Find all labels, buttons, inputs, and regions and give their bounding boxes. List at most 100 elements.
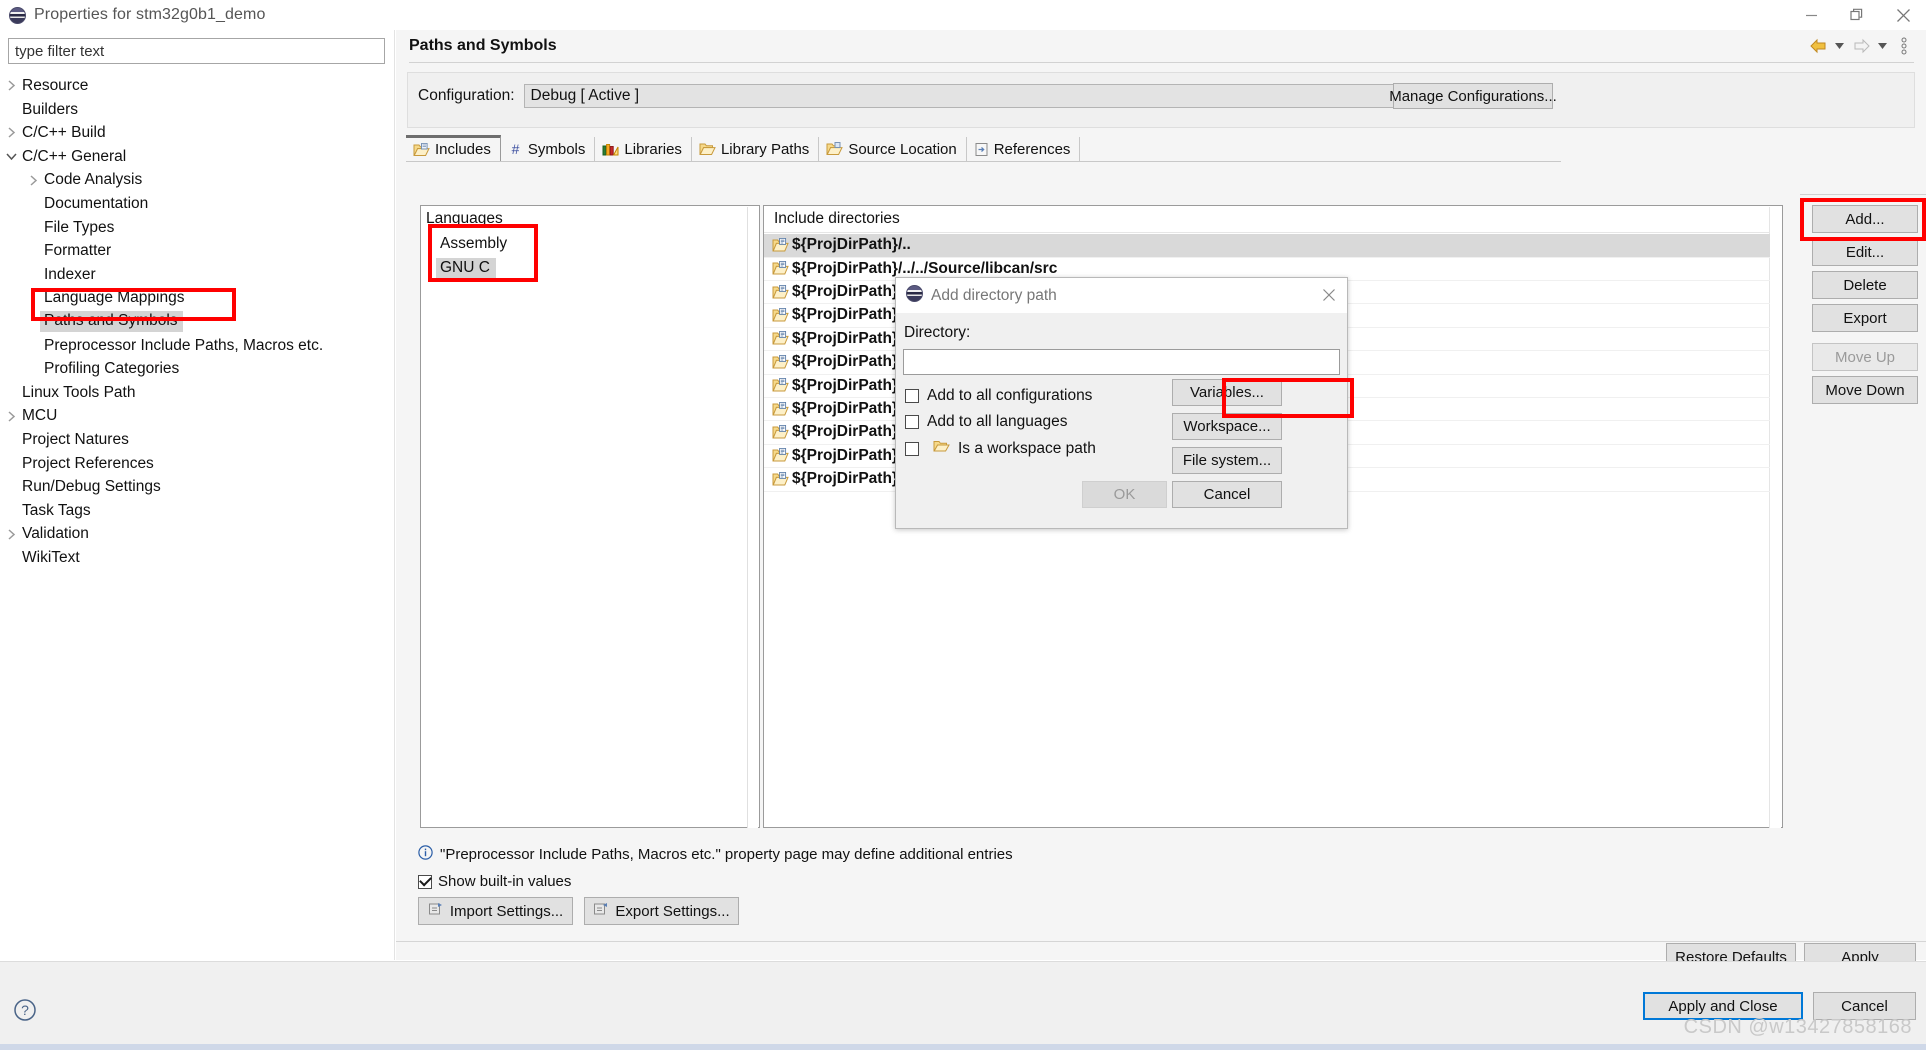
include-directory-row[interactable]: ${ProjDirPath}/..: [764, 234, 1770, 258]
sidebar-item-language-mappings[interactable]: Language Mappings: [0, 286, 395, 310]
tab-symbols[interactable]: # Symbols: [501, 137, 596, 161]
include-directories-scrollbar[interactable]: [1769, 207, 1781, 828]
taskbar-strip: [0, 1044, 1926, 1050]
sidebar-item-preprocessor-include-paths-macros-etc[interactable]: Preprocessor Include Paths, Macros etc.: [0, 334, 395, 358]
export-button[interactable]: Export: [1812, 304, 1918, 332]
include-directory-path: ${ProjDirPath}: [792, 400, 898, 418]
sidebar-item-c-c-build[interactable]: C/C++ Build: [0, 121, 395, 145]
languages-list[interactable]: [420, 205, 760, 828]
info-message: "Preprocessor Include Paths, Macros etc.…: [418, 845, 1013, 864]
export-settings-label: Export Settings...: [615, 902, 730, 920]
chevron-right-icon[interactable]: [0, 411, 22, 422]
export-icon: [593, 901, 609, 921]
chevron-down-icon[interactable]: [0, 152, 22, 161]
sidebar-item-label: Task Tags: [22, 501, 91, 519]
folder-open-icon: [699, 142, 716, 156]
tab-label: Includes: [435, 141, 491, 158]
export-settings-button[interactable]: Export Settings...: [584, 897, 739, 925]
sidebar-item-paths-and-symbols[interactable]: Paths and Symbols: [0, 310, 395, 334]
move-down-button[interactable]: Move Down: [1812, 376, 1918, 404]
sidebar-item-file-types[interactable]: File Types: [0, 216, 395, 240]
sidebar-item-mcu[interactable]: MCU: [0, 404, 395, 428]
sidebar-item-label: File Types: [44, 218, 115, 236]
is-a-workspace-path-checkbox[interactable]: Is a workspace path: [905, 439, 1096, 458]
sidebar-item-task-tags[interactable]: Task Tags: [0, 499, 395, 523]
sidebar-item-project-references[interactable]: Project References: [0, 452, 395, 476]
svg-text:#: #: [511, 142, 519, 157]
chevron-right-icon[interactable]: [0, 529, 22, 540]
checkbox-box: [905, 389, 919, 403]
add-to-all-configurations-checkbox[interactable]: Add to all configurations: [905, 387, 1092, 405]
sidebar-item-label: MCU: [22, 407, 58, 425]
sidebar-item-run-debug-settings[interactable]: Run/Debug Settings: [0, 475, 395, 499]
header-divider: [409, 62, 1914, 63]
close-icon[interactable]: [1880, 0, 1926, 30]
language-item[interactable]: Assembly: [440, 235, 507, 253]
variables-button[interactable]: Variables...: [1172, 379, 1282, 406]
delete-button[interactable]: Delete: [1812, 271, 1918, 299]
languages-scrollbar[interactable]: [748, 207, 758, 828]
workspace-button[interactable]: Workspace...: [1172, 413, 1282, 440]
sidebar-item-label: Project References: [22, 454, 154, 472]
sidebar-item-wikitext[interactable]: WikiText: [0, 546, 395, 570]
tab-source-location[interactable]: Source Location: [819, 137, 967, 161]
sidebar-item-formatter[interactable]: Formatter: [0, 239, 395, 263]
directory-input[interactable]: [903, 349, 1340, 375]
sidebar-item-label: Project Natures: [22, 430, 129, 448]
sidebar-item-label: C/C++ Build: [22, 124, 106, 142]
include-directories-header: Include directories: [774, 210, 900, 227]
sidebar-item-builders[interactable]: Builders: [0, 98, 395, 122]
minimize-icon[interactable]: [1788, 0, 1834, 30]
properties-dialog: Properties for stm32g0b1_demo ResourceBu: [0, 0, 1926, 1050]
ok-button[interactable]: OK: [1082, 481, 1167, 508]
sidebar-item-linux-tools-path[interactable]: Linux Tools Path: [0, 381, 395, 405]
forward-arrow-icon[interactable]: [1849, 33, 1873, 59]
tab-includes[interactable]: Includes: [406, 135, 501, 161]
sidebar-item-indexer[interactable]: Indexer: [0, 263, 395, 287]
file-system-button[interactable]: File system...: [1172, 447, 1282, 474]
chevron-right-icon[interactable]: [0, 80, 22, 91]
include-folder-icon: [772, 237, 789, 253]
show-builtin-values-checkbox[interactable]: Show built-in values: [418, 873, 571, 890]
tab-libraries[interactable]: Libraries: [595, 137, 692, 161]
checkbox-box: [418, 874, 432, 889]
sidebar-item-label: Paths and Symbols: [40, 311, 183, 332]
watermark: CSDN @w13427858168: [1683, 1016, 1912, 1038]
import-settings-button[interactable]: Import Settings...: [418, 897, 573, 925]
sidebar-item-code-analysis[interactable]: Code Analysis: [0, 168, 395, 192]
chevron-right-icon[interactable]: [22, 175, 44, 186]
language-item[interactable]: GNU C: [436, 258, 496, 279]
chevron-right-icon[interactable]: [0, 127, 22, 139]
forward-history-chevron-down-icon[interactable]: [1875, 33, 1890, 59]
restore-icon[interactable]: [1834, 0, 1880, 30]
filter-input[interactable]: [8, 38, 385, 64]
sidebar-item-label: Documentation: [44, 195, 149, 213]
add-to-all-languages-checkbox[interactable]: Add to all languages: [905, 413, 1067, 431]
sidebar-item-profiling-categories[interactable]: Profiling Categories: [0, 357, 395, 381]
back-history-chevron-down-icon[interactable]: [1832, 33, 1847, 59]
add-button[interactable]: Add...: [1812, 205, 1918, 233]
sidebar-item-resource[interactable]: Resource: [0, 74, 395, 98]
source-folder-icon: [826, 142, 844, 156]
close-icon[interactable]: [1315, 281, 1343, 309]
view-menu-icon[interactable]: [1892, 33, 1916, 59]
edit-button[interactable]: Edit...: [1812, 238, 1918, 266]
sidebar-item-validation[interactable]: Validation: [0, 522, 395, 546]
navigation-pane: Resource Builders C/C++ Build C/C++ General…: [0, 30, 395, 960]
modal-title: Add directory path: [931, 286, 1057, 304]
help-icon[interactable]: ?: [13, 998, 37, 1026]
configuration-select[interactable]: Debug [ Active ]: [523, 84, 1479, 108]
add-to-all-configurations-label: Add to all configurations: [927, 387, 1093, 404]
sidebar-item-c-c-general[interactable]: C/C++ General: [0, 145, 395, 169]
tab-references[interactable]: References: [967, 137, 1081, 161]
include-folder-icon: [772, 261, 789, 276]
include-folder-icon: [772, 378, 789, 393]
include-folder-icon: [772, 448, 789, 463]
books-icon: [602, 142, 619, 156]
sidebar-item-documentation[interactable]: Documentation: [0, 192, 395, 216]
sidebar-item-project-natures[interactable]: Project Natures: [0, 428, 395, 452]
cancel-button[interactable]: Cancel: [1172, 481, 1282, 508]
back-arrow-icon[interactable]: [1806, 33, 1830, 59]
manage-configurations-button[interactable]: Manage Configurations...: [1389, 83, 1557, 109]
tab-library-paths[interactable]: Library Paths: [692, 137, 820, 161]
